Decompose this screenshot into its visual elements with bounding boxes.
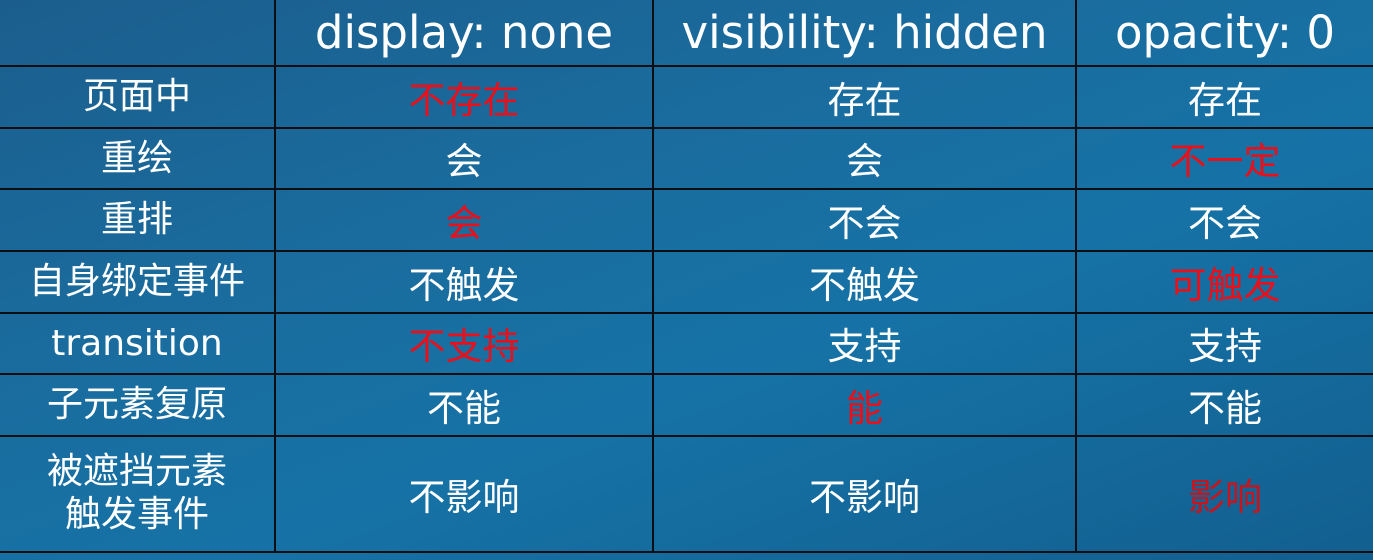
- table-row: 重绘 会 会 不一定: [0, 126, 1373, 191]
- column-header-visibility-hidden: visibility: hidden: [652, 0, 1077, 67]
- row-label: 页面中: [0, 65, 276, 129]
- table-cell: 不会: [1075, 188, 1373, 252]
- table-cell: 不一定: [1075, 126, 1373, 191]
- table-cell: 不影响: [274, 434, 654, 554]
- table-cell: 支持: [1075, 311, 1373, 376]
- table-cell: 不能: [1075, 373, 1373, 437]
- header-row: display: none visibility: hidden opacity…: [0, 0, 1373, 67]
- table-row: 页面中 不存在 存在 存在: [0, 65, 1373, 129]
- column-header-display-none: display: none: [274, 0, 654, 67]
- table-cell: 能: [652, 373, 1077, 437]
- table-cell: 不能: [274, 373, 654, 437]
- row-label-line: 被遮挡元素: [46, 451, 227, 493]
- table-cell: 会: [274, 188, 654, 252]
- table-row: 自身绑定事件 不触发 不触发 可触发: [0, 249, 1373, 314]
- table-row: 被遮挡元素 触发事件 不影响 不影响 影响: [0, 434, 1373, 554]
- table-row: 子元素复原 不能 能 不能: [0, 373, 1373, 437]
- row-label: transition: [0, 311, 276, 376]
- table-row: transition 不支持 支持 支持: [0, 311, 1373, 376]
- row-label-lines: 被遮挡元素 触发事件: [47, 451, 227, 536]
- row-label: 被遮挡元素 触发事件: [0, 434, 276, 554]
- table-cell: 不支持: [274, 311, 654, 376]
- row-label: 重排: [0, 188, 276, 252]
- table-cell: 不存在: [274, 65, 654, 129]
- row-label-line: 触发事件: [64, 493, 209, 535]
- table-cell: 存在: [1075, 65, 1373, 129]
- row-label: 子元素复原: [0, 373, 276, 437]
- column-header-opacity-0: opacity: 0: [1075, 0, 1373, 67]
- table-cell: 不影响: [652, 434, 1077, 554]
- table-cell: 可触发: [1075, 249, 1373, 314]
- row-label: 重绘: [0, 126, 276, 191]
- table-cell: 不会: [652, 188, 1077, 252]
- table-cell: 不触发: [652, 249, 1077, 314]
- comparison-table: display: none visibility: hidden opacity…: [0, 0, 1373, 554]
- table-cell: 影响: [1075, 434, 1373, 554]
- table-cell: 存在: [652, 65, 1077, 129]
- table-cell: 会: [274, 126, 654, 191]
- corner-cell: [0, 0, 276, 67]
- slide: display: none visibility: hidden opacity…: [0, 0, 1373, 560]
- table-cell: 会: [652, 126, 1077, 191]
- table-row: 重排 会 不会 不会: [0, 188, 1373, 252]
- row-label: 自身绑定事件: [0, 249, 276, 314]
- table-cell: 不触发: [274, 249, 654, 314]
- table-cell: 支持: [652, 311, 1077, 376]
